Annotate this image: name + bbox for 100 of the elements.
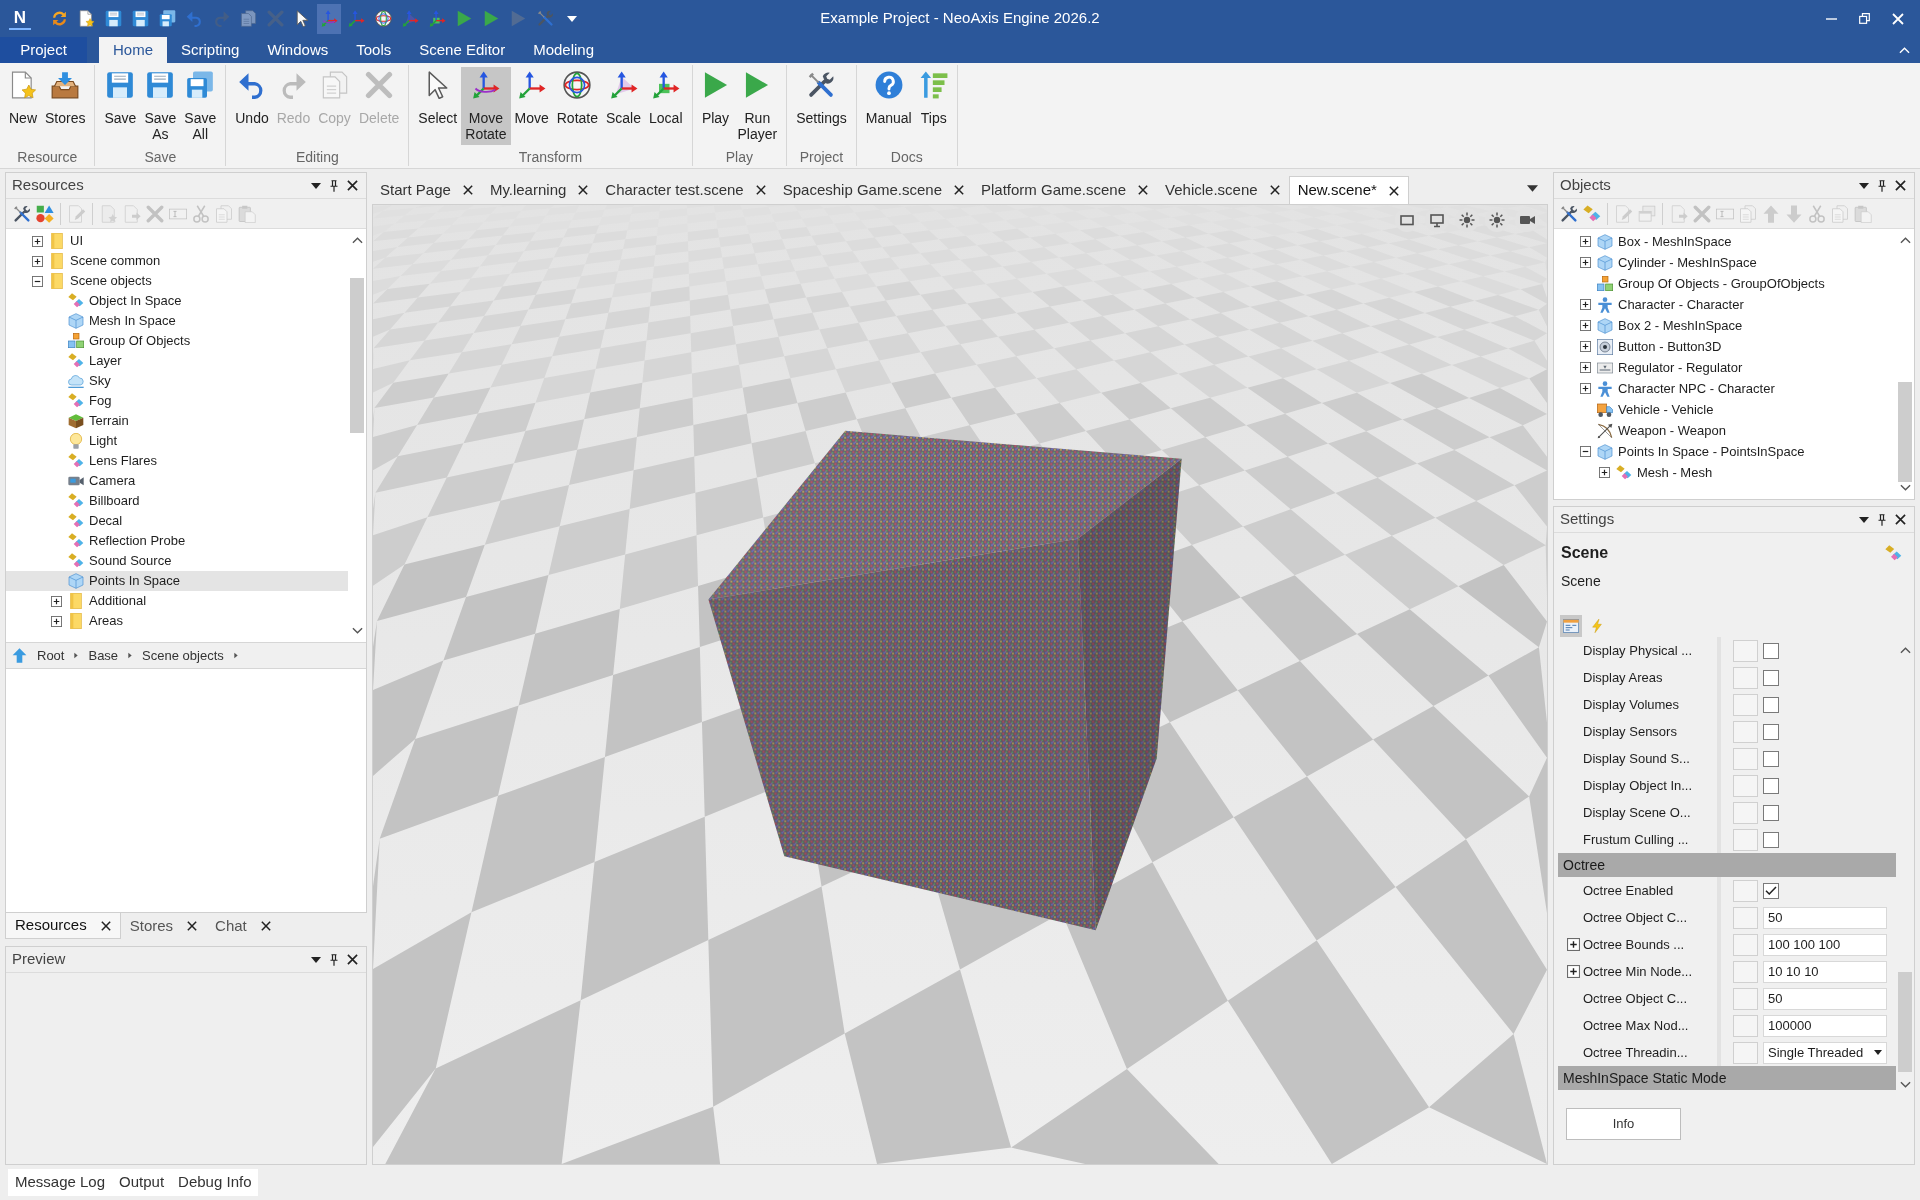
checkbox[interactable] xyxy=(1763,669,1779,686)
tree-item[interactable]: Additional xyxy=(6,591,348,611)
tree-item[interactable]: Billboard xyxy=(6,491,348,511)
save-all-button[interactable]: Save All xyxy=(180,67,221,145)
tree-item[interactable]: Reflection Probe xyxy=(6,531,348,551)
caret-down-icon[interactable] xyxy=(311,182,321,189)
document-tab[interactable]: Vehicle.scene xyxy=(1157,176,1289,204)
pin-icon[interactable] xyxy=(330,953,338,966)
expand-icon[interactable] xyxy=(1580,362,1591,373)
tree-item[interactable]: Areas xyxy=(6,611,348,631)
collapse-icon[interactable] xyxy=(1580,446,1591,457)
close-icon[interactable] xyxy=(1895,180,1906,191)
text-field[interactable]: 100 100 100 xyxy=(1763,933,1887,956)
document-tab[interactable]: Start Page xyxy=(372,176,482,204)
undo-button[interactable]: Undo xyxy=(231,67,273,145)
tree-item[interactable]: Group Of Objects xyxy=(6,331,348,351)
document-tab[interactable]: New.scene* xyxy=(1288,176,1409,204)
text-field[interactable]: 50 xyxy=(1763,987,1887,1010)
caret-down-icon[interactable] xyxy=(1859,182,1869,189)
close-icon[interactable] xyxy=(1138,185,1149,195)
bottom-panel-tab[interactable]: Output xyxy=(119,1171,165,1194)
category-header[interactable]: Octree xyxy=(1558,853,1896,877)
checkbox[interactable] xyxy=(1763,804,1779,821)
local-button[interactable]: Local xyxy=(645,67,687,145)
pin-icon[interactable] xyxy=(330,179,338,192)
document-tab[interactable]: Spaceship Game.scene xyxy=(774,176,973,204)
text-field[interactable]: 50 xyxy=(1763,906,1887,929)
tree-item[interactable]: Scene objects xyxy=(6,271,348,291)
expand-icon[interactable] xyxy=(1580,299,1591,310)
chevron-down-icon[interactable] xyxy=(351,627,363,634)
document-tab[interactable]: Platform Game.scene xyxy=(973,176,1158,204)
close-icon[interactable] xyxy=(260,921,271,931)
move-button[interactable]: Move xyxy=(510,67,553,145)
expand-icon[interactable] xyxy=(1580,236,1591,247)
bottom-panel-tab[interactable]: Message Log xyxy=(15,1171,106,1194)
save-button[interactable]: Save xyxy=(100,67,141,145)
close-icon[interactable] xyxy=(187,921,198,931)
tree-item[interactable]: Camera xyxy=(6,471,348,491)
ribbon-tab[interactable]: Windows xyxy=(253,37,343,63)
close-icon[interactable] xyxy=(1895,514,1906,525)
scrollbar-thumb[interactable] xyxy=(1898,382,1912,482)
close-icon[interactable] xyxy=(1388,185,1399,196)
checkbox[interactable] xyxy=(1763,777,1779,794)
dropdown-field[interactable]: Single Threaded xyxy=(1763,1041,1887,1064)
tree-item[interactable]: Group Of Objects - GroupOfObjects xyxy=(1554,273,1896,294)
caret-down-icon[interactable] xyxy=(1527,184,1538,192)
stores-button[interactable]: Stores xyxy=(41,67,90,145)
tree-item[interactable]: Decal xyxy=(6,511,348,531)
tree-item[interactable]: Lens Flares xyxy=(6,451,348,471)
play-button[interactable]: Play xyxy=(697,67,734,145)
expand-icon[interactable] xyxy=(1567,965,1580,978)
tree-item[interactable]: Box - MeshInSpace xyxy=(1554,231,1896,252)
expand-icon[interactable] xyxy=(1567,938,1580,951)
tree-item[interactable]: Points In Space xyxy=(6,571,348,591)
expand-icon[interactable] xyxy=(1580,341,1591,352)
tree-item[interactable]: Vehicle - Vehicle xyxy=(1554,399,1896,420)
tree-item[interactable]: Regulator - Regulator xyxy=(1554,357,1896,378)
expand-icon[interactable] xyxy=(51,615,62,627)
text-field[interactable]: 10 10 10 xyxy=(1763,960,1887,983)
tree-item[interactable]: Box 2 - MeshInSpace xyxy=(1554,315,1896,336)
tree-item[interactable]: Character NPC - Character xyxy=(1554,378,1896,399)
expand-icon[interactable] xyxy=(1580,320,1591,331)
tree-item[interactable]: Light xyxy=(6,431,348,451)
close-icon[interactable] xyxy=(954,185,964,195)
tree-item[interactable]: Sky xyxy=(6,371,348,391)
expand-icon[interactable] xyxy=(1599,467,1610,478)
breadcrumb-item[interactable]: Scene objects xyxy=(142,645,224,666)
expand-icon[interactable] xyxy=(51,595,62,607)
tree-item[interactable]: Character - Character xyxy=(1554,294,1896,315)
select-button[interactable]: Select xyxy=(414,67,462,145)
rotate-button[interactable]: Rotate xyxy=(552,67,602,145)
chevron-up-icon[interactable] xyxy=(351,237,363,244)
checkbox[interactable] xyxy=(1763,696,1779,713)
document-tab[interactable]: My.learning xyxy=(481,176,598,204)
scale-button[interactable]: Scale xyxy=(602,67,646,145)
tree-item[interactable]: Scene common xyxy=(6,251,348,271)
checkbox[interactable] xyxy=(1763,723,1779,740)
close-icon[interactable] xyxy=(347,954,358,965)
scrollbar-thumb[interactable] xyxy=(350,278,364,433)
manual-button[interactable]: Manual xyxy=(861,67,916,145)
move-rotate-button[interactable]: Move Rotate xyxy=(461,67,511,145)
pin-icon[interactable] xyxy=(1878,179,1886,192)
ribbon-tab[interactable]: Modeling xyxy=(519,37,609,63)
caret-down-icon[interactable] xyxy=(1859,516,1869,523)
panel-tab[interactable]: Resources xyxy=(5,913,121,939)
pin-icon[interactable] xyxy=(1878,513,1886,526)
breadcrumb-item[interactable]: Root xyxy=(37,645,65,666)
expand-icon[interactable] xyxy=(32,235,43,247)
ribbon-tab[interactable]: Home xyxy=(99,37,167,63)
close-icon[interactable] xyxy=(100,920,111,931)
run-player-button[interactable]: Run Player xyxy=(733,67,782,145)
tree-item[interactable]: Layer xyxy=(6,351,348,371)
checkbox[interactable] xyxy=(1763,642,1779,659)
caret-down-icon[interactable] xyxy=(311,956,321,963)
close-icon[interactable] xyxy=(1269,185,1280,195)
text-field[interactable]: 100000 xyxy=(1763,1014,1887,1037)
checkbox[interactable] xyxy=(1763,882,1779,899)
tree-item[interactable]: Terrain xyxy=(6,411,348,431)
ribbon-tab[interactable]: Project xyxy=(0,37,87,63)
category-header[interactable]: MeshInSpace Static Mode xyxy=(1558,1066,1896,1090)
